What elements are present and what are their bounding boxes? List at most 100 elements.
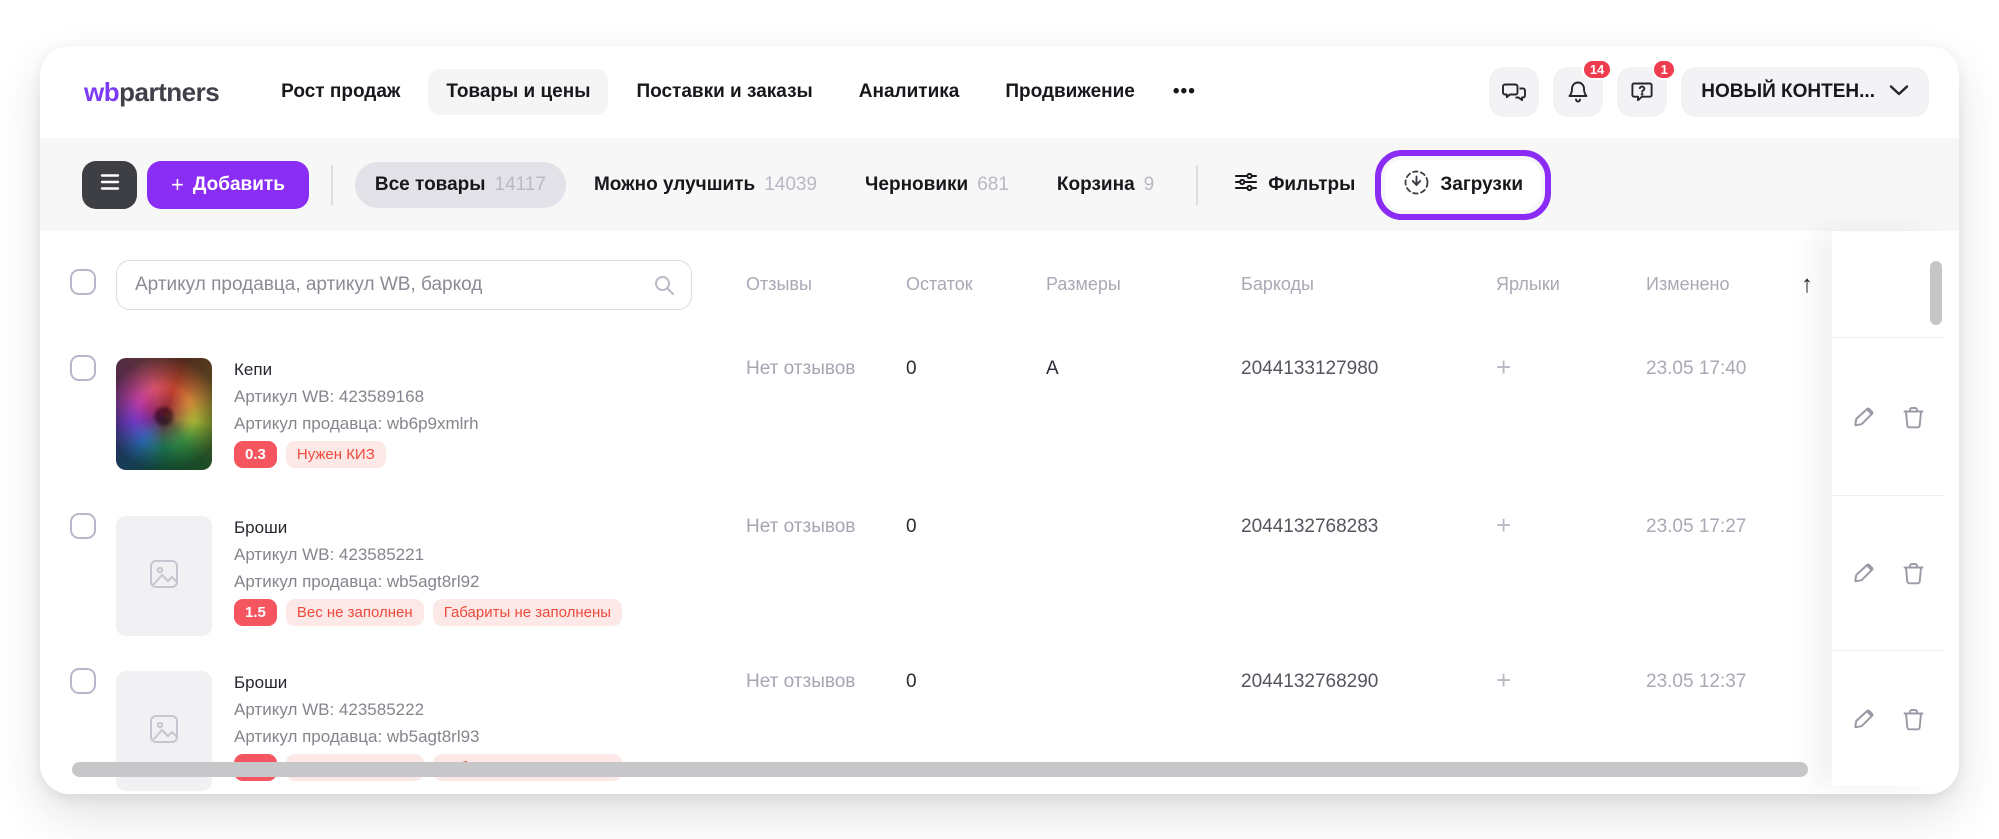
filters-button[interactable]: Фильтры bbox=[1220, 159, 1369, 210]
nav-item-analytics[interactable]: Аналитика bbox=[841, 69, 978, 115]
tab-can-improve[interactable]: Можно улучшить 14039 bbox=[574, 162, 837, 208]
barcode-cell: 2044133127980 bbox=[1241, 338, 1496, 380]
chevron-down-icon bbox=[1889, 83, 1909, 101]
seller-article: Артикул продавца: wb5agt8rl93 bbox=[234, 727, 622, 747]
edit-icon[interactable] bbox=[1851, 404, 1877, 430]
screen: wbpartners Рост продаж Товары и цены Пос… bbox=[0, 0, 1999, 839]
tab-label: Черновики bbox=[865, 174, 968, 196]
column-header-sizes[interactable]: Размеры bbox=[1046, 274, 1241, 295]
tab-drafts[interactable]: Черновики 681 bbox=[845, 162, 1029, 208]
help-button[interactable]: 1 bbox=[1617, 67, 1667, 117]
nav-item-products-prices[interactable]: Товары и цены bbox=[428, 69, 608, 115]
edit-icon[interactable] bbox=[1851, 560, 1877, 586]
account-switcher[interactable]: НОВЫЙ КОНТЕН... bbox=[1681, 67, 1929, 117]
row-actions bbox=[1832, 496, 1945, 651]
product-title[interactable]: Броши bbox=[234, 518, 622, 538]
nav-more-button[interactable]: ••• bbox=[1163, 69, 1206, 115]
wb-article: Артикул WB: 423585221 bbox=[234, 545, 622, 565]
sizes-cell: А bbox=[1046, 338, 1241, 380]
seller-article: Артикул продавца: wb5agt8rl92 bbox=[234, 572, 622, 592]
sizes-cell bbox=[1046, 651, 1241, 671]
row-actions bbox=[1832, 338, 1945, 496]
sort-direction-arrow[interactable]: ↑ bbox=[1801, 271, 1826, 299]
modified-cell: 23.05 12:37 bbox=[1646, 651, 1801, 693]
chat-button[interactable] bbox=[1489, 67, 1539, 117]
stock-cell: 0 bbox=[906, 338, 1046, 380]
tab-all-products[interactable]: Все товары 14117 bbox=[355, 162, 566, 208]
logo-wb: wb bbox=[84, 77, 119, 107]
delete-icon[interactable] bbox=[1901, 404, 1926, 430]
horizontal-scrollbar[interactable] bbox=[72, 762, 1808, 777]
tab-trash[interactable]: Корзина 9 bbox=[1037, 162, 1174, 208]
wb-article: Артикул WB: 423589168 bbox=[234, 387, 479, 407]
plus-icon: + bbox=[171, 172, 184, 198]
add-product-button[interactable]: + Добавить bbox=[147, 161, 309, 209]
seller-article: Артикул продавца: wb6p9xmlrh bbox=[234, 414, 479, 434]
nav-item-promotion[interactable]: Продвижение bbox=[987, 69, 1153, 115]
row-checkbox[interactable] bbox=[70, 513, 96, 539]
nav-item-supplies-orders[interactable]: Поставки и заказы bbox=[618, 69, 830, 115]
bell-icon bbox=[1565, 79, 1591, 105]
edit-icon[interactable] bbox=[1851, 706, 1877, 732]
tab-label: Можно улучшить bbox=[594, 174, 755, 196]
downloads-highlight-annotation: Загрузки bbox=[1375, 150, 1551, 220]
row-checkbox[interactable] bbox=[70, 355, 96, 381]
product-badges: 1.5 Вес не заполнен Габариты не заполнен… bbox=[234, 599, 622, 626]
column-header-stock[interactable]: Остаток bbox=[906, 274, 1046, 295]
account-label: НОВЫЙ КОНТЕН... bbox=[1701, 81, 1875, 103]
barcode-cell: 2044132768290 bbox=[1241, 651, 1496, 693]
barcode-cell: 2044132768283 bbox=[1241, 496, 1496, 538]
chat-icon bbox=[1501, 79, 1527, 105]
add-label-button[interactable]: + bbox=[1496, 665, 1511, 695]
vertical-scrollbar[interactable] bbox=[1930, 261, 1942, 325]
rating-badge: 1.5 bbox=[234, 599, 277, 626]
product-title[interactable]: Кепи bbox=[234, 360, 479, 380]
add-product-label: Добавить bbox=[193, 174, 285, 196]
stock-cell: 0 bbox=[906, 496, 1046, 538]
modified-cell: 23.05 17:27 bbox=[1646, 496, 1801, 538]
nav-item-sales-growth[interactable]: Рост продаж bbox=[263, 69, 418, 115]
header-actions: 14 1 НОВЫЙ КОНТЕН... bbox=[1489, 67, 1929, 117]
search-input[interactable] bbox=[116, 260, 692, 310]
product-image-placeholder[interactable] bbox=[116, 516, 212, 636]
tab-count: 14117 bbox=[495, 174, 546, 196]
row-checkbox[interactable] bbox=[70, 668, 96, 694]
delete-icon[interactable] bbox=[1901, 706, 1926, 732]
hamburger-icon bbox=[99, 173, 121, 196]
notifications-count-badge: 14 bbox=[1582, 59, 1612, 80]
search-icon bbox=[652, 273, 676, 302]
list-menu-button[interactable] bbox=[82, 161, 137, 209]
column-header-barcodes[interactable]: Баркоды bbox=[1241, 274, 1496, 295]
add-label-button[interactable]: + bbox=[1496, 352, 1511, 382]
downloads-button[interactable]: Загрузки bbox=[1385, 160, 1541, 210]
top-header: wbpartners Рост продаж Товары и цены Пос… bbox=[40, 46, 1959, 138]
tab-label: Корзина bbox=[1057, 174, 1135, 196]
help-count-badge: 1 bbox=[1652, 59, 1676, 80]
wbpartners-logo: wbpartners bbox=[84, 77, 219, 108]
issue-tag: Вес не заполнен bbox=[286, 599, 424, 626]
image-placeholder-icon bbox=[147, 557, 181, 596]
product-badges: 0.3 Нужен КИЗ bbox=[234, 441, 479, 468]
tab-count: 9 bbox=[1144, 174, 1155, 196]
logo-partners: partners bbox=[119, 77, 219, 107]
add-label-button[interactable]: + bbox=[1496, 510, 1511, 540]
column-header-labels[interactable]: Ярлыки bbox=[1496, 274, 1646, 295]
select-all-checkbox[interactable] bbox=[70, 269, 96, 295]
tab-count: 681 bbox=[977, 174, 1009, 196]
help-bubble-icon bbox=[1629, 79, 1655, 105]
notifications-button[interactable]: 14 bbox=[1553, 67, 1603, 117]
filter-sliders-icon bbox=[1234, 171, 1258, 198]
main-nav: Рост продаж Товары и цены Поставки и зак… bbox=[263, 69, 1206, 115]
modified-cell: 23.05 17:40 bbox=[1646, 338, 1801, 380]
table-header-row: Отзывы Остаток Размеры Баркоды Ярлыки Из… bbox=[40, 231, 1959, 338]
filters-label: Фильтры bbox=[1268, 174, 1355, 196]
column-header-reviews[interactable]: Отзывы bbox=[746, 274, 906, 295]
delete-icon[interactable] bbox=[1901, 560, 1926, 586]
sizes-cell bbox=[1046, 496, 1241, 516]
column-header-modified[interactable]: Изменено bbox=[1646, 274, 1801, 295]
downloads-label: Загрузки bbox=[1440, 174, 1523, 196]
tab-label: Все товары bbox=[375, 174, 486, 196]
product-title[interactable]: Броши bbox=[234, 673, 622, 693]
issue-tag: Нужен КИЗ bbox=[286, 441, 386, 468]
product-image[interactable] bbox=[116, 358, 212, 470]
